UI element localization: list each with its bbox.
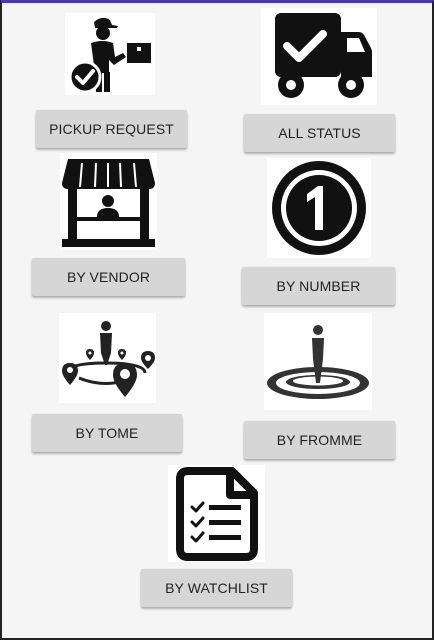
number-one-icon[interactable]	[267, 158, 371, 258]
by-watchlist-button[interactable]: BY WATCHLIST	[141, 569, 292, 607]
by-tome-button[interactable]: BY TOME	[32, 414, 182, 452]
all-status-button[interactable]: ALL STATUS	[244, 114, 395, 152]
route-pins-icon[interactable]	[59, 313, 156, 403]
app-screen: PICKUP REQUEST ALL STATUS BY VENDOR BY N…	[0, 0, 434, 640]
by-number-button[interactable]: BY NUMBER	[242, 267, 395, 305]
by-vendor-button[interactable]: BY VENDOR	[32, 258, 185, 296]
delivery-truck-check-icon[interactable]	[261, 8, 377, 105]
location-person-icon[interactable]	[264, 313, 372, 410]
delivery-person-icon[interactable]	[65, 13, 155, 95]
by-fromme-button[interactable]: BY FROMME	[244, 421, 395, 459]
vendor-store-icon[interactable]	[60, 153, 157, 250]
checklist-document-icon[interactable]	[168, 465, 265, 562]
pickup-request-button[interactable]: PICKUP REQUEST	[36, 110, 187, 148]
